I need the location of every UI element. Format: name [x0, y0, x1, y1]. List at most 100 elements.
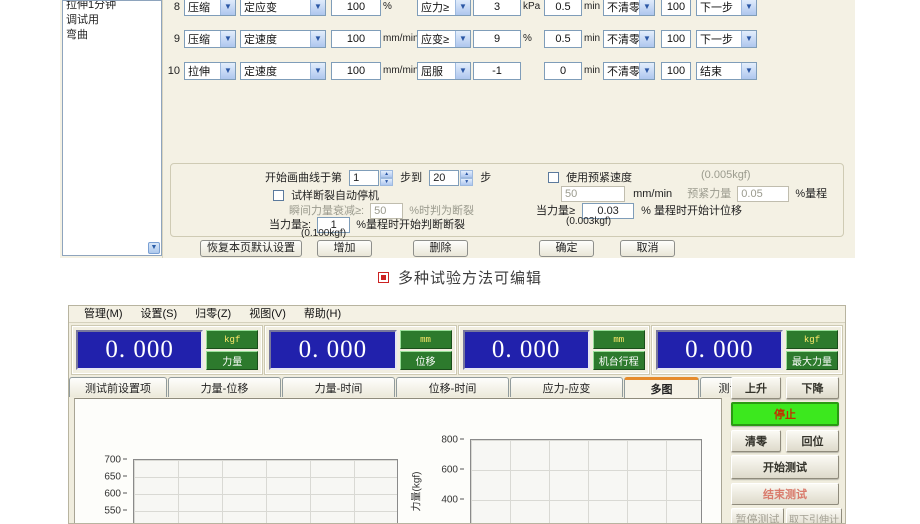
force-unit-badge: kgf [206, 330, 258, 349]
condition-value-input[interactable]: -1 [473, 62, 521, 80]
percent-input[interactable]: 100 [661, 30, 691, 48]
condition-value-input[interactable]: 3 [473, 0, 521, 16]
preload-force-input[interactable]: 0.05 [737, 186, 789, 202]
return-button[interactable]: 回位 [786, 430, 839, 452]
preload-checkbox[interactable] [548, 172, 559, 183]
machine-controls: 上升 下降 停止 清零 回位 开始测试 结束测试 暂停测试 取下引伸计 [724, 377, 846, 524]
max-force-display-group: 0. 000 kgf 最大力量 [652, 326, 842, 374]
condition-unit: % [523, 33, 543, 44]
break-autostop-label: 试样断裂自动停机 [291, 190, 379, 202]
pause-test-button[interactable]: 暂停测试 [731, 508, 784, 524]
preload-speed-unit: mm/min [633, 188, 672, 200]
break-force-note: (0.100kgf) [301, 228, 346, 239]
stroke-unit-badge: mm [593, 330, 645, 349]
percent-input[interactable]: 100 [661, 62, 691, 80]
next-step-select[interactable]: 下一步▼ [696, 0, 757, 16]
ok-button[interactable]: 确定 [539, 240, 594, 257]
mode-select[interactable]: 压缩▼ [184, 0, 236, 16]
curve-start-label: 开始画曲线于第 [265, 172, 342, 184]
displacement-readout: 0. 000 [269, 330, 396, 370]
control-select[interactable]: 定速度▼ [240, 62, 326, 80]
stroke-readout: 0. 000 [463, 330, 590, 370]
remove-extensometer-button[interactable]: 取下引伸计 [786, 508, 842, 524]
preload-label: 使用预紧速度 [566, 172, 632, 184]
start-test-button[interactable]: 开始测试 [731, 455, 839, 479]
tab-displacement-time[interactable]: 位移-时间 [396, 377, 509, 397]
percent-input[interactable]: 100 [661, 0, 691, 16]
disp-force-note: (0.003kgf) [566, 216, 611, 227]
zero-button[interactable]: 清零 [731, 430, 781, 452]
menu-help[interactable]: 帮助(H) [295, 306, 350, 322]
next-step-select[interactable]: 下一步▼ [696, 30, 757, 48]
scroll-down-icon[interactable]: ▼ [148, 242, 160, 254]
readout-displays: 0. 000 kgf 力量 0. 000 mm 位移 0. 000 mm 机台行… [69, 325, 845, 375]
down-button[interactable]: 下降 [786, 377, 839, 399]
step-row: 8 压缩▼ 定应变▼ 100 % 应力≥▼ 3 kPa 0.5 min 不清零▼… [165, 0, 757, 16]
stop-button[interactable]: 停止 [731, 402, 839, 426]
stroke-label-badge: 机台行程 [593, 351, 645, 370]
tab-stress-strain[interactable]: 应力-应变 [510, 377, 623, 397]
up-button[interactable]: 上升 [731, 377, 781, 399]
step-number: 9 [165, 33, 180, 45]
mode-select[interactable]: 压缩▼ [184, 30, 236, 48]
chart-left-plot [133, 459, 398, 524]
list-item[interactable]: 调试用 [63, 12, 149, 27]
menu-manage[interactable]: 管理(M) [75, 306, 132, 322]
break-autostop-checkbox[interactable] [273, 190, 284, 201]
chevron-down-icon: ▼ [310, 31, 325, 47]
condition-select[interactable]: 应力≥▼ [417, 0, 471, 16]
method-listbox[interactable]: 拉伸1分钟 调试用 弯曲 ▼ [62, 0, 162, 256]
list-item[interactable]: 拉伸1分钟 [63, 0, 149, 12]
multi-chart-panel: 700 650 600 550 800 600 400 力量(kgf) [74, 398, 722, 524]
time-unit: min [584, 33, 602, 44]
tab-force-time[interactable]: 力量-时间 [282, 377, 395, 397]
menu-settings[interactable]: 设置(S) [132, 306, 187, 322]
curve-to-stepper[interactable]: 20 ▲▼ [429, 170, 473, 186]
time-input[interactable]: 0.5 [544, 30, 582, 48]
step-row: 9 压缩▼ 定速度▼ 100 mm/min 应变≥▼ 9 % 0.5 min 不… [165, 29, 757, 48]
next-step-select[interactable]: 结束▼ [696, 62, 757, 80]
zero-select[interactable]: 不清零▼ [603, 0, 655, 16]
y-tick: 550 [97, 506, 127, 517]
control-select[interactable]: 定应变▼ [240, 0, 326, 16]
list-item[interactable]: 弯曲 [63, 27, 149, 42]
value-input[interactable]: 100 [331, 30, 381, 48]
time-unit: min [584, 65, 602, 76]
preload-speed-input[interactable]: 50 [561, 186, 625, 202]
curve-from-stepper[interactable]: 1 ▲▼ [349, 170, 393, 186]
force-readout: 0. 000 [76, 330, 203, 370]
value-input[interactable]: 100 [331, 0, 381, 16]
chart-right-plot [470, 439, 702, 524]
condition-value-input[interactable]: 9 [473, 30, 521, 48]
spinner-arrows-icon[interactable]: ▲▼ [380, 170, 393, 186]
tab-force-displacement[interactable]: 力量-位移 [168, 377, 281, 397]
end-test-button[interactable]: 结束测试 [731, 483, 839, 505]
tab-pretest-settings[interactable]: 测试前设置项 [69, 377, 167, 397]
time-input[interactable]: 0 [544, 62, 582, 80]
zero-select[interactable]: 不清零▼ [603, 30, 655, 48]
y-tick: 400 [434, 495, 464, 506]
spinner-arrows-icon[interactable]: ▲▼ [460, 170, 473, 186]
chevron-down-icon: ▼ [310, 63, 325, 79]
y-tick: 600 [434, 465, 464, 476]
menu-view[interactable]: 视图(V) [240, 306, 295, 322]
restore-defaults-button[interactable]: 恢复本页默认设置 [200, 240, 302, 257]
add-button[interactable]: 增加 [317, 240, 372, 257]
tab-multi-chart[interactable]: 多图 [624, 377, 699, 398]
chevron-down-icon: ▼ [639, 0, 654, 15]
mode-select[interactable]: 拉伸▼ [184, 62, 236, 80]
value-input[interactable]: 100 [331, 62, 381, 80]
condition-select[interactable]: 屈服▼ [417, 62, 471, 80]
preload-force-label: 预紧力量 [687, 188, 731, 200]
cancel-button[interactable]: 取消 [620, 240, 675, 257]
y-tick: 800 [434, 435, 464, 446]
delete-button[interactable]: 删除 [413, 240, 468, 257]
value-unit: % [383, 1, 417, 12]
value-unit: mm/min [383, 65, 417, 76]
condition-select[interactable]: 应变≥▼ [417, 30, 471, 48]
zero-select[interactable]: 不清零▼ [603, 62, 655, 80]
time-input[interactable]: 0.5 [544, 0, 582, 16]
menu-zero[interactable]: 归零(Z) [186, 306, 240, 322]
control-select[interactable]: 定速度▼ [240, 30, 326, 48]
displacement-unit-badge: mm [400, 330, 452, 349]
